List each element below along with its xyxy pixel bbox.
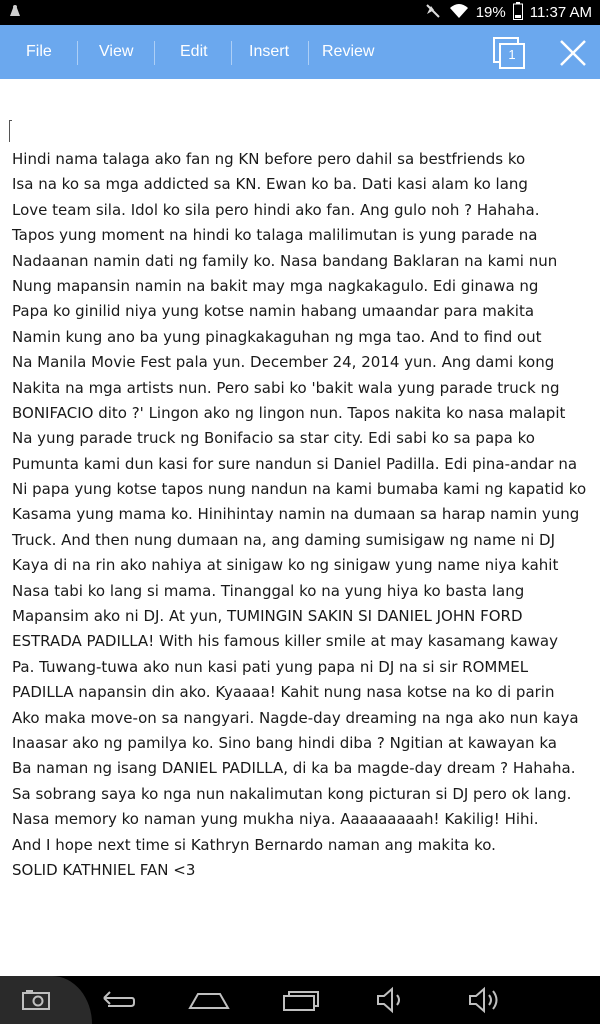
menu-divider [77,41,78,65]
text-line: Pa. Tuwang-tuwa ako nun kasi pati yung p… [12,657,529,676]
text-line: Papa ko ginilid niya yung kotse namin ha… [12,302,535,321]
text-line: Kasama yung mama ko. Hinihintay namin na… [12,505,580,524]
text-line: ESTRADA PADILLA! With his famous killer … [12,632,558,651]
mute-icon [424,2,442,24]
back-icon [103,991,135,1007]
text-line: Isa na ko sa mga addicted sa KN. Ewan ko… [12,175,528,194]
battery-percent: 19% [475,4,506,21]
menu-view[interactable]: View [99,25,133,79]
text-line: Kaya di na rin ako nahiya at sinigaw ko … [12,556,559,575]
text-line: PADILLA napansin din ako. Kyaaaa! Kahit … [12,683,555,702]
text-line: Nasa memory ko naman yung mukha niya. Aa… [12,810,539,829]
volume-up-button[interactable] [462,984,506,1016]
back-button[interactable] [94,984,138,1016]
menu-file[interactable]: File [26,25,52,79]
text-line: Nasa tabi ko lang si mama. Tinanggal ko … [12,581,525,600]
home-button[interactable] [186,984,230,1016]
text-line: Hindi nama talaga ako fan ng KN before p… [12,150,526,168]
volume-down-icon [377,986,400,1014]
text-line: Ba naman ng isang DANIEL PADILLA, di ka … [12,759,576,778]
text-line: Truck. And then nung dumaan na, ang dami… [12,530,556,549]
menu-divider [154,41,155,65]
text-line: Nadaanan namin dati ng family ko. Nasa b… [12,251,558,270]
menu-edit[interactable]: Edit [180,25,208,79]
menu-divider [308,41,309,65]
notification-icon [8,4,22,22]
text-line: Nakita na mga artists nun. Pero sabi ko … [12,378,560,397]
text-line: Mapansim ako ni DJ. At yun, TUMINGIN SAK… [12,607,523,626]
text-line: Tapos yung moment na hindi ko talaga mal… [12,226,538,245]
text-line: Na yung parade truck ng Bonifacio sa sta… [12,429,535,448]
document-text[interactable]: Hindi nama talaga ako fan ng KN before p… [12,147,598,883]
pages-button[interactable]: 1 [492,36,526,70]
navigation-bar [0,976,600,1024]
document-page[interactable]: Hindi nama talaga ako fan ng KN before p… [0,79,600,976]
volume-up-icon [469,986,498,1014]
menu-review[interactable]: Review [322,25,374,79]
recent-apps-button[interactable] [278,984,322,1016]
close-icon [560,40,586,66]
text-line: BONIFACIO dito ?' Lingon ako ng lingon n… [12,403,566,422]
close-button[interactable] [557,37,589,69]
clock: 11:37 AM [529,4,592,21]
menu-insert[interactable]: Insert [249,25,289,79]
text-line: SOLID KATHNIEL FAN <3 [12,860,196,879]
battery-icon [512,1,523,24]
text-line: Ni papa yung kotse tapos nung nandun na … [12,480,587,499]
text-line: And I hope next time si Kathryn Bernardo… [12,835,496,854]
recent-apps-icon [283,991,319,1011]
text-line: Love team sila. Idol ko sila pero hindi … [12,200,540,219]
app-toolbar: File View Edit Insert Review 1 [0,25,600,79]
camera-icon [22,990,50,1010]
status-bar: 19% 11:37 AM [0,0,600,25]
text-line: Nung mapansin namin na bakit may mga nag… [12,276,539,295]
text-line: Namin kung ano ba yung pinagkakaguhan ng… [12,327,542,346]
text-line: Inaasar ako ng pamilya ko. Sino bang hin… [12,733,557,752]
text-line: Na Manila Movie Fest pala yun. December … [12,353,555,372]
volume-down-button[interactable] [370,984,414,1016]
screenshot-button[interactable] [14,984,58,1016]
text-line: Sa sobrang saya ko nga nun nakalimutan k… [12,784,572,803]
wifi-icon [449,3,469,23]
text-line: Ako maka move-on sa nangyari. Nagde-day … [12,708,579,727]
home-icon [188,993,230,1009]
text-line: Pumunta kami dun kasi for sure nandun si… [12,454,578,473]
page-corner-mark [9,120,12,142]
menu-divider [231,41,232,65]
page-count: 1 [508,47,516,62]
